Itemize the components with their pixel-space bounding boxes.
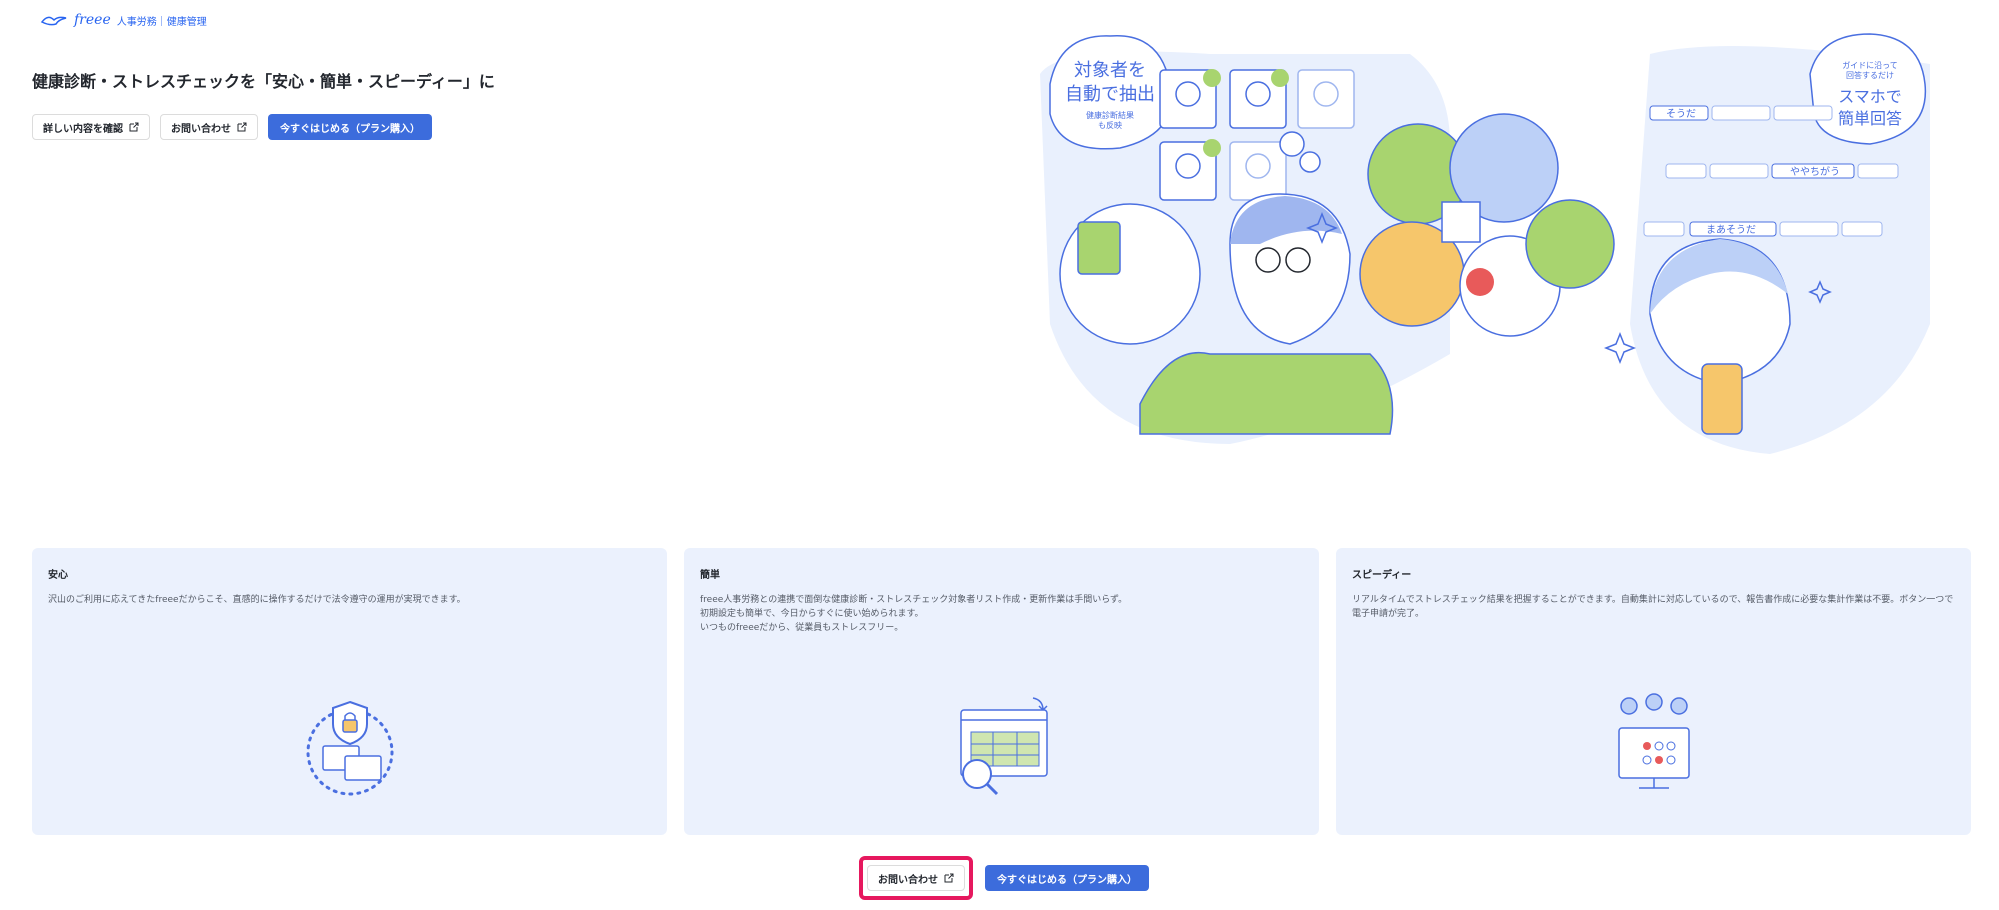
details-button[interactable]: 詳しい内容を確認 — [32, 114, 150, 140]
footer-start-purchase-button[interactable]: 今すぐはじめる（プラン購入） — [985, 865, 1149, 891]
bubble-right-line-2: 簡単回答 — [1838, 109, 1902, 128]
external-link-icon — [237, 122, 247, 132]
start-purchase-button[interactable]: 今すぐはじめる（プラン購入） — [268, 114, 432, 140]
feature-card-easy: 簡単 freee人事労務との連携で面倒な健康診断・ストレスチェック対象者リスト作… — [684, 548, 1319, 835]
freee-bird-icon — [40, 16, 67, 26]
bubble-right-line-1: スマホで — [1838, 87, 1902, 106]
answer-1: そうだ — [1666, 108, 1696, 120]
hero-illustration: 対象者を 自動で抽出 健康診断結果 も反映 ガイドに沿って 回答するだけ スマホ… — [1040, 33, 1930, 454]
hero-actions: 詳しい内容を確認 お問い合わせ 今すぐはじめる（プラン購入） — [32, 114, 432, 140]
feature-card-body: 沢山のご利用に応えてきたfreeeだからこそ、直感的に操作するだけで法令遵守の運… — [48, 595, 466, 605]
answer-3: まあそうだ — [1706, 224, 1756, 236]
feature-card-secure: 安心 沢山のご利用に応えてきたfreeeだからこそ、直感的に操作するだけで法令遵… — [32, 548, 667, 835]
feature-card-body: freee人事労務との連携で面倒な健康診断・ストレスチェック対象者リスト作成・更… — [700, 595, 1128, 633]
bubble-left-sub-1: 健康診断結果 — [1086, 110, 1134, 120]
freee-logo[interactable]: freee 人事労務｜健康管理 — [40, 12, 207, 28]
bubble-right-sub-2: 回答するだけ — [1846, 70, 1894, 80]
product-name: 人事労務｜健康管理 — [116, 16, 207, 28]
contact-button-highlight: お問い合わせ — [859, 856, 973, 900]
feature-card-speedy: スピーディー リアルタイムでストレスチェック結果を把握することができます。自動集… — [1336, 548, 1971, 835]
speech-bubble-left: 対象者を 自動で抽出 健康診断結果 も反映 — [1049, 35, 1173, 150]
feature-card-body: リアルタイムでストレスチェック結果を把握することができます。自動集計に対応してい… — [1352, 595, 1954, 619]
feature-cards: 安心 沢山のご利用に応えてきたfreeeだからこそ、直感的に操作するだけで法令遵… — [32, 548, 1971, 835]
external-link-icon — [129, 122, 139, 132]
bubble-right-sub-1: ガイドに沿って — [1842, 60, 1898, 70]
footer-contact-button[interactable]: お問い合わせ — [867, 865, 965, 891]
spreadsheet-search-icon — [959, 697, 1048, 796]
page-title: 健康診断・ストレスチェックを「安心・簡単・スピーディー」に — [32, 72, 495, 91]
feature-card-title: スピーディー — [1352, 570, 1412, 581]
external-link-icon — [944, 873, 954, 883]
feature-card-title: 簡単 — [700, 570, 720, 581]
lock-shield-icon — [306, 700, 393, 796]
bubble-left-sub-2: も反映 — [1098, 120, 1122, 130]
footer-actions: お問い合わせ 今すぐはじめる（プラン購入） — [859, 856, 1149, 900]
speech-bubble-right: ガイドに沿って 回答するだけ スマホで 簡単回答 — [1809, 33, 1927, 145]
bubble-left-line-2: 自動で抽出 — [1065, 84, 1155, 105]
contact-button[interactable]: お問い合わせ — [160, 114, 258, 140]
footer-contact-button-label: お問い合わせ — [878, 874, 938, 886]
answer-2: ややちがう — [1790, 165, 1840, 178]
feature-card-title: 安心 — [48, 570, 68, 581]
monitor-people-icon — [1617, 693, 1690, 789]
details-button-label: 詳しい内容を確認 — [43, 123, 123, 135]
brand-name: freee — [74, 12, 111, 28]
bubble-left-line-1: 対象者を — [1074, 60, 1146, 81]
contact-button-label: お問い合わせ — [171, 123, 231, 135]
